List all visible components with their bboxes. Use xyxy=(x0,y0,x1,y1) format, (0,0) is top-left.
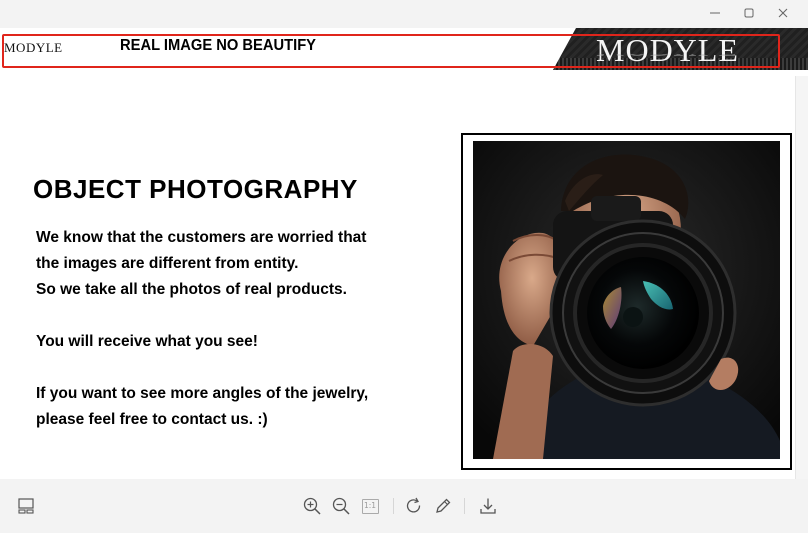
edit-icon xyxy=(436,498,451,513)
body-line: If you want to see more angles of the je… xyxy=(36,385,369,402)
rotate-button[interactable] xyxy=(401,493,427,519)
zoom-out-button[interactable] xyxy=(328,493,354,519)
body-line: So we take all the photos of real produc… xyxy=(36,281,347,298)
body-line: the images are different from entity. xyxy=(36,255,299,272)
body-line: We know that the customers are worried t… xyxy=(36,229,367,246)
photographer-photo xyxy=(473,141,780,459)
title-bar xyxy=(0,0,808,28)
download-icon xyxy=(480,498,496,514)
close-icon xyxy=(778,8,788,18)
minimize-icon xyxy=(710,12,720,14)
body-line: please feel free to contact us. :) xyxy=(36,411,268,428)
section-heading: OBJECT PHOTOGRAPHY xyxy=(33,174,358,204)
maximize-icon xyxy=(744,8,754,18)
viewer-toolbar: 1:1 xyxy=(0,479,808,533)
minimize-button[interactable] xyxy=(698,2,732,24)
filmstrip-icon xyxy=(18,498,34,514)
photo-frame xyxy=(461,133,792,470)
rotate-icon xyxy=(406,497,421,513)
maximize-button[interactable] xyxy=(732,2,766,24)
zoom-in-button[interactable] xyxy=(299,493,325,519)
actual-size-icon: 1:1 xyxy=(361,498,379,514)
close-button[interactable] xyxy=(766,2,800,24)
zoom-out-icon xyxy=(332,497,350,515)
body-text: We know that the customers are worried t… xyxy=(36,225,368,433)
toolbar-separator xyxy=(393,498,394,514)
image-viewport: MODYLE REAL IMAGE NO BEAUTIFY MODYLE MOD… xyxy=(0,28,808,479)
actual-size-label: 1:1 xyxy=(363,501,377,511)
body-line-receive: You will receive what you see! xyxy=(36,333,258,350)
download-button[interactable] xyxy=(475,493,501,519)
toolbar-separator xyxy=(464,498,465,514)
actual-size-button[interactable]: 1:1 xyxy=(357,493,383,519)
edit-button[interactable] xyxy=(430,493,456,519)
filmstrip-button[interactable] xyxy=(13,493,39,519)
banner-highlight-box xyxy=(2,34,780,68)
scroll-edge xyxy=(795,76,808,479)
zoom-in-icon xyxy=(303,497,321,515)
